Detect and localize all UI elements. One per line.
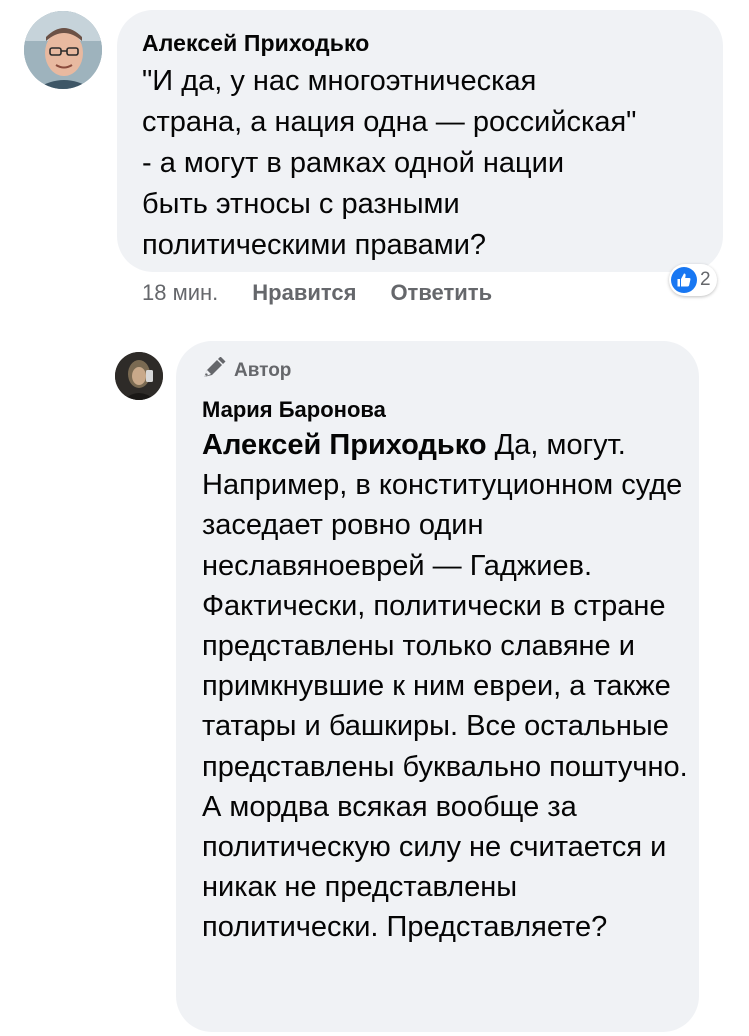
comment-timestamp[interactable]: 18 мин.: [142, 280, 218, 306]
reply-text: Алексей Приходько Да, могут. Например, в…: [202, 425, 697, 948]
author-badge: Автор: [202, 356, 292, 385]
like-button[interactable]: Нравится: [252, 280, 356, 306]
reply-body: Да, могут. Например, в конституционном с…: [202, 429, 688, 944]
reply-button[interactable]: Ответить: [390, 280, 492, 306]
mention-link[interactable]: Алексей Приходько: [202, 429, 487, 461]
comment-text: "И да, у нас многоэтническая страна, а н…: [142, 65, 637, 261]
avatar[interactable]: [115, 352, 163, 400]
like-icon: [671, 267, 697, 293]
reply-author[interactable]: Мария Баронова: [202, 397, 386, 423]
reaction-count: 2: [700, 269, 711, 290]
comment-author[interactable]: Алексей Приходько: [142, 30, 369, 57]
avatar[interactable]: [24, 11, 102, 89]
pen-icon: [202, 356, 226, 385]
comment-actions: 18 мин. Нравится Ответить: [142, 279, 492, 307]
author-badge-label: Автор: [234, 360, 292, 381]
comment-thread: Алексей Приходько "И да, у нас многоэтни…: [0, 0, 749, 1036]
reactions-summary[interactable]: 2: [669, 264, 717, 296]
